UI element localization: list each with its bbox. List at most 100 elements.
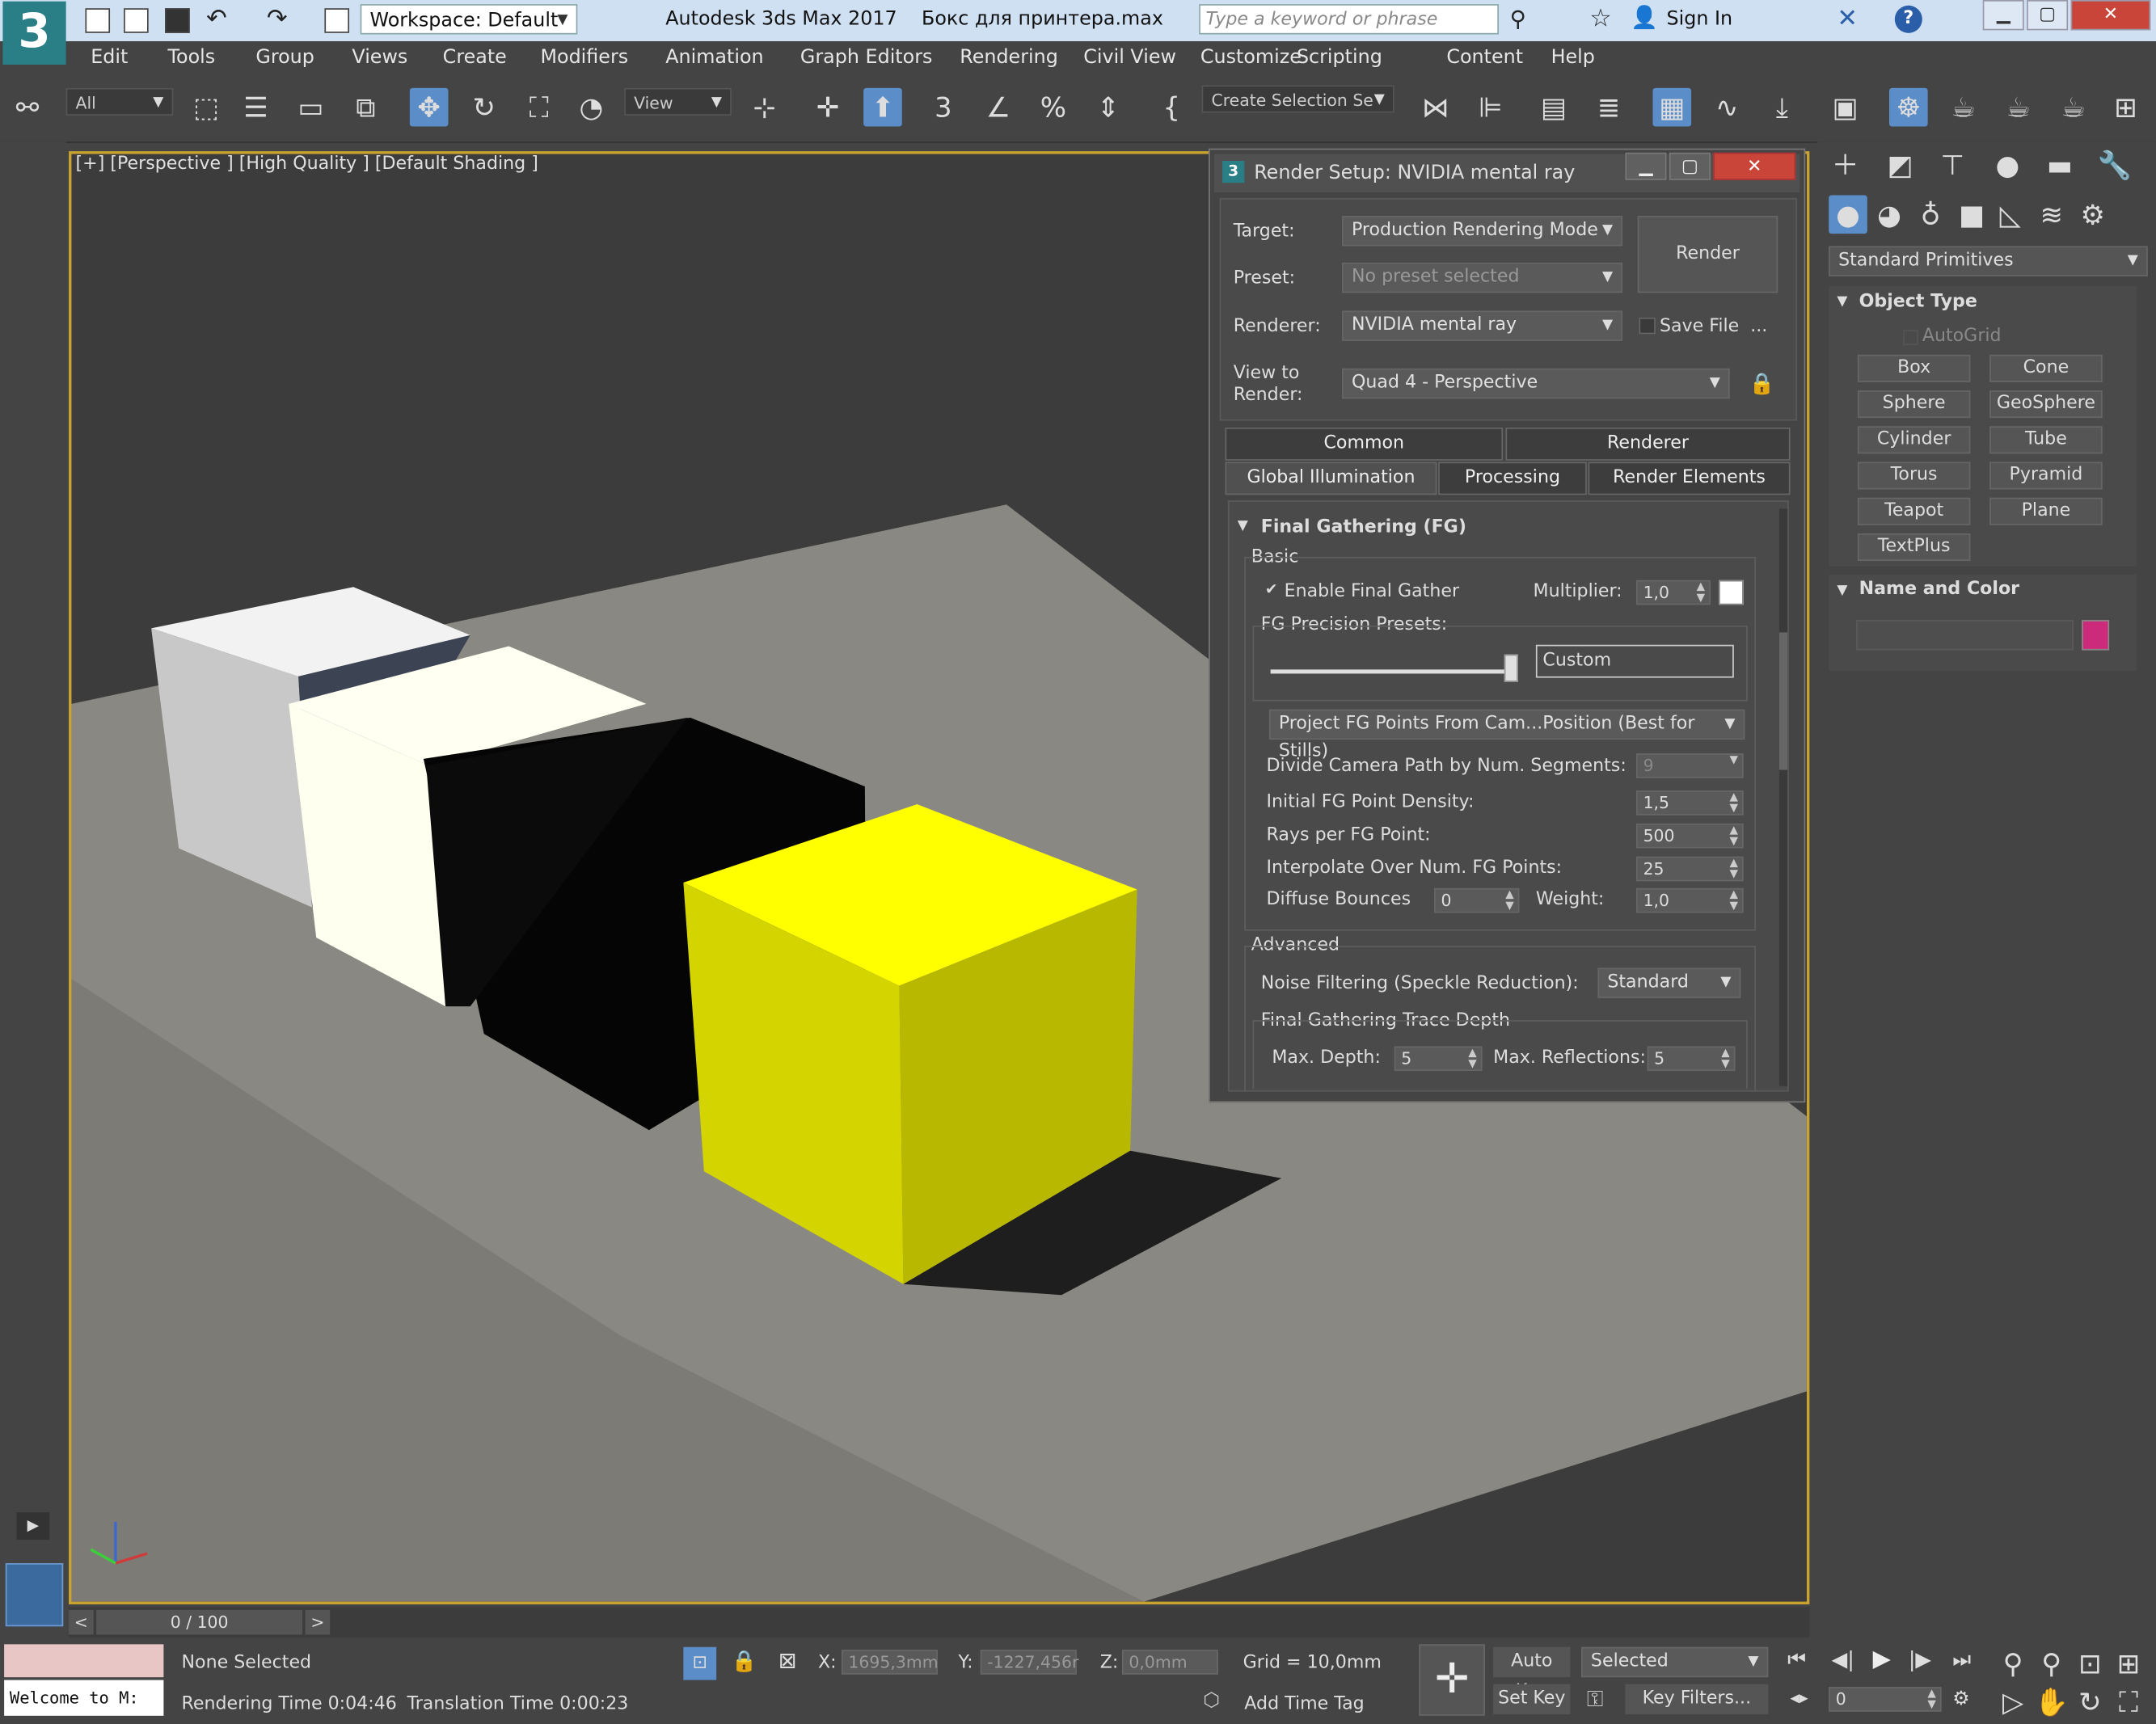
torus-button[interactable]: Torus [1857,462,1971,490]
go-to-end-icon[interactable]: ⏭ [1952,1647,1971,1672]
viewport-layout-tab[interactable] [5,1562,64,1627]
named-selection-icon[interactable]: { [1152,88,1191,127]
display-tab-icon[interactable]: ▬ [2040,145,2079,184]
helpers-icon[interactable]: ◺ [1991,196,2030,234]
absolute-mode-icon[interactable]: ⊠ [778,1647,797,1673]
binoculars-icon[interactable]: ⚲ [1510,6,1526,32]
select-scale-icon[interactable]: ⛶ [520,88,559,127]
renderer-dropdown[interactable]: NVIDIA mental ray ▼ [1342,310,1623,341]
fg-collapse-icon[interactable]: ▼ [1238,518,1248,533]
utilities-tab-icon[interactable]: 🔧 [2095,145,2134,184]
pyramid-button[interactable]: Pyramid [1989,462,2103,490]
maximize-viewport-icon[interactable]: ⛶ [2109,1683,2148,1722]
max-depth-spinner[interactable]: 5 ▲ ▼ [1394,1046,1483,1072]
menu-scripting[interactable]: Scripting [1297,47,1382,69]
search-input[interactable]: Type a keyword or phrase [1199,4,1499,35]
pivot-center-icon[interactable]: ⊹ [745,88,784,127]
box-button[interactable]: Box [1857,354,1971,382]
motion-tab-icon[interactable]: ● [1988,145,2027,184]
spinner-snap-icon[interactable]: ⇕ [1089,88,1128,127]
weight-spinner[interactable]: 1,0 ▲ ▼ [1636,887,1744,913]
y-coordinate-field[interactable]: -1227,456r [980,1650,1078,1675]
rect-selection-icon[interactable]: ▭ [292,88,331,127]
time-config-icon[interactable]: ⚙ [1952,1688,1969,1710]
menu-customize[interactable]: Customize [1200,47,1302,69]
render-setup-icon[interactable]: ☸ [1889,87,1928,127]
tab-common[interactable]: Common [1225,427,1504,461]
cone-button[interactable]: Cone [1989,354,2103,382]
systems-icon[interactable]: ⚙ [2074,196,2112,234]
window-crossing-icon[interactable]: ⧉ [347,88,386,127]
current-frame-field[interactable]: 0 ▲ ▼ [1829,1687,1942,1712]
divide-path-spinner[interactable]: 9 ▼ [1636,753,1744,778]
zoom-extents-all-icon[interactable]: ⊞ [2109,1644,2148,1683]
menu-views[interactable]: Views [352,47,407,69]
cameras-icon[interactable]: ■ [1952,196,1991,234]
app-logo[interactable]: 3 [2,1,66,65]
preset-dropdown[interactable]: No preset selected ▼ [1342,262,1623,293]
shapes-icon[interactable]: ◕ [1870,196,1909,234]
key-mode-dropdown[interactable]: Selected ▼ [1581,1646,1769,1678]
favorites-icon[interactable]: ☆ [1589,4,1611,33]
autodesk-exchange-icon[interactable]: ✕ [1837,4,1858,33]
manipulate-icon[interactable]: ✛ [808,88,847,127]
interpolate-spinner[interactable]: 25 ▲ ▼ [1636,856,1744,882]
z-coordinate-field[interactable]: 0,0mm [1121,1650,1218,1675]
tube-button[interactable]: Tube [1989,426,2103,454]
fg-density-spinner[interactable]: 1,5 ▲ ▼ [1636,790,1744,816]
set-key-button[interactable]: Set Key [1493,1684,1571,1715]
maxscript-listener-top[interactable] [4,1644,164,1678]
menu-animation[interactable]: Animation [665,47,763,69]
undo-icon[interactable]: ↶ [206,4,227,33]
x-coordinate-field[interactable]: 1695,3mm [841,1650,939,1675]
create-tab-icon[interactable]: ＋ [1826,145,1865,184]
angle-snap-icon[interactable]: ∠ [979,88,1018,127]
menu-create[interactable]: Create [443,47,507,69]
name-color-collapse-icon[interactable]: ▼ [1837,583,1847,598]
menu-help[interactable]: Help [1551,47,1595,69]
modify-tab-icon[interactable]: ◩ [1881,145,1920,184]
render-button[interactable]: Render [1637,216,1778,293]
dialog-minimize-button[interactable]: ▁ [1625,152,1667,180]
fg-precision-slider-thumb[interactable] [1504,654,1518,682]
maxscript-listener[interactable]: Welcome to M: [4,1680,164,1716]
field-of-view-icon[interactable]: ▷ [1994,1683,2032,1722]
keyboard-override-icon[interactable]: ⬆ [863,87,902,127]
menu-group[interactable]: Group [255,47,314,69]
hierarchy-tab-icon[interactable]: ⊤ [1933,145,1972,184]
fg-color-swatch[interactable] [1719,580,1744,605]
fg-precision-slider-track[interactable] [1270,669,1513,674]
isolate-selection-icon[interactable]: ⊡ [683,1646,717,1680]
rays-per-point-spinner[interactable]: 500 ▲ ▼ [1636,823,1744,849]
layer-manager-icon[interactable]: ≣ [1589,88,1628,127]
timeline-next-button[interactable]: > [305,1609,331,1635]
key-mode-toggle-icon[interactable]: ⚿ [1587,1685,1604,1713]
go-to-start-icon[interactable]: ⏮ [1787,1647,1806,1672]
timeline-prev-button[interactable]: < [69,1609,94,1635]
object-name-field[interactable] [1856,620,2074,651]
tab-render-elements[interactable]: Render Elements [1588,462,1791,495]
sphere-button[interactable]: Sphere [1857,390,1971,419]
project-folder-icon[interactable] [324,8,350,33]
placement-icon[interactable]: ◔ [572,88,611,127]
menu-tools[interactable]: Tools [168,47,216,69]
open-file-icon[interactable] [124,8,149,33]
ref-coord-dropdown[interactable]: View ▼ [624,87,732,116]
selection-filter-dropdown[interactable]: All ▼ [65,87,174,116]
multiplier-spinner[interactable]: 1,0 ▲ ▼ [1636,580,1711,605]
menu-edit[interactable]: Edit [91,47,128,69]
workspace-dropdown[interactable]: Workspace: Default ▼ [360,4,578,35]
set-key-big-icon[interactable]: ✛ [1419,1644,1485,1716]
lights-icon[interactable]: ♁ [1911,196,1950,234]
render-iterative-icon[interactable]: ☕ [2054,88,2093,127]
menu-graph-editors[interactable]: Graph Editors [800,47,932,69]
selection-lock-icon[interactable]: 🔒 [732,1648,757,1673]
new-file-icon[interactable] [85,8,111,33]
menu-civil-view[interactable]: Civil View [1083,47,1176,69]
link-icon[interactable]: ⚯ [8,88,47,127]
a360-render-icon[interactable]: ⊞ [2107,88,2145,127]
geometry-icon[interactable]: ● [1829,195,1867,234]
select-move-icon[interactable]: ✥ [409,87,449,127]
previous-frame-icon[interactable]: ◀| [1832,1647,1854,1672]
next-frame-icon[interactable]: |▶ [1909,1647,1931,1672]
